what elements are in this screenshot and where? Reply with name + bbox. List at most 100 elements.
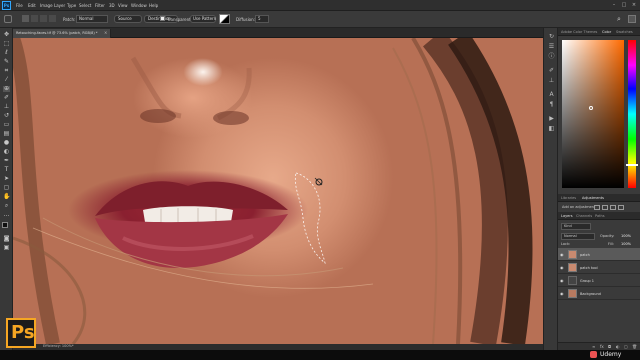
opacity-value[interactable]: 100% [621, 234, 631, 239]
color-field[interactable] [562, 40, 624, 188]
menu-type[interactable]: Type [67, 3, 76, 8]
lasso-tool-icon[interactable]: ℓ [3, 50, 10, 56]
add-style-icon[interactable]: fx [600, 345, 604, 349]
menu-view[interactable]: View [118, 3, 128, 8]
layer-filter-select[interactable]: Kind [561, 223, 591, 230]
levels-adjustment-icon[interactable] [602, 205, 608, 210]
tab-paths[interactable]: Paths [595, 214, 605, 218]
eyedropper-tool-icon[interactable]: ⁄ [3, 77, 10, 83]
add-selection-icon[interactable] [31, 15, 38, 22]
actions-panel-icon[interactable]: ▶ [548, 116, 555, 122]
use-pattern-button[interactable]: Use Pattern [190, 15, 216, 23]
delete-layer-icon[interactable]: 🗑 [632, 345, 637, 349]
hand-tool-icon[interactable]: ✋ [3, 194, 10, 200]
tab-swatches[interactable]: Swatches [616, 30, 633, 34]
info-panel-icon[interactable]: ⓘ [548, 54, 555, 60]
visibility-eye-icon[interactable]: ◉ [560, 252, 565, 257]
crop-tool-icon[interactable]: ⌗ [3, 68, 10, 74]
more-tools-icon[interactable]: … [3, 212, 10, 218]
document-canvas[interactable] [13, 38, 543, 344]
layer-row-group-1[interactable]: ◉ Group 1 [558, 274, 640, 287]
screen-mode-icon[interactable]: ▣ [3, 245, 10, 251]
paragraph-panel-icon[interactable]: ¶ [548, 102, 555, 108]
search-icon[interactable]: ⌕ [617, 15, 625, 23]
video-bottom-bar [0, 350, 640, 360]
path-select-tool-icon[interactable]: ➤ [3, 176, 10, 182]
menu-window[interactable]: Window [131, 3, 147, 8]
color-picker-marker[interactable] [589, 106, 593, 110]
character-panel-icon[interactable]: A [548, 92, 555, 98]
subtract-selection-icon[interactable] [40, 15, 47, 22]
add-mask-icon[interactable]: ◘ [608, 345, 611, 349]
properties-panel-icon[interactable]: ☰ [548, 44, 555, 50]
ps-logo: Ps [6, 318, 36, 348]
patch-tool-icon[interactable] [4, 15, 12, 23]
exposure-adjustment-icon[interactable] [618, 205, 624, 210]
tab-libraries[interactable]: Libraries [561, 196, 576, 200]
blur-tool-icon[interactable]: ● [3, 140, 10, 146]
diffusion-input[interactable]: 5 [255, 15, 269, 23]
tab-channels[interactable]: Channels [576, 214, 592, 218]
patch-mode-select[interactable]: Normal [76, 15, 108, 23]
layer-row-background[interactable]: ◉ Background [558, 287, 640, 300]
maximize-icon[interactable]: □ [621, 2, 627, 8]
source-button[interactable]: Source [114, 15, 142, 23]
document-tab[interactable]: Retouching-faces.tif @ 73.6% (patch, RGB… [13, 29, 111, 38]
visibility-eye-icon[interactable]: ◉ [560, 291, 565, 296]
hue-slider[interactable] [626, 40, 638, 188]
fill-value[interactable]: 100% [621, 242, 631, 247]
move-tool-icon[interactable]: ✥ [3, 32, 10, 38]
tab-adobe-color-themes[interactable]: Adobe Color Themes [561, 30, 597, 34]
workspace-icon[interactable] [628, 15, 636, 23]
curves-adjustment-icon[interactable] [610, 205, 616, 210]
menu-file[interactable]: File [16, 3, 23, 8]
clone-source-panel-icon[interactable]: ⊥ [548, 78, 555, 84]
transparent-checkbox[interactable] [160, 16, 165, 21]
menu-help[interactable]: Help [149, 3, 158, 8]
hue-slider-handle[interactable] [626, 164, 638, 166]
clone-stamp-tool-icon[interactable]: ⊥ [3, 104, 10, 110]
patch-tool-active-icon[interactable]: ⊕ [3, 86, 10, 92]
history-panel-icon[interactable]: ↻ [548, 34, 555, 40]
visibility-eye-icon[interactable]: ◉ [560, 278, 565, 283]
close-tab-icon[interactable]: × [104, 31, 107, 35]
menu-image[interactable]: Image [40, 3, 53, 8]
new-adjustment-icon[interactable]: ◐ [616, 345, 620, 349]
eraser-tool-icon[interactable]: ▭ [3, 122, 10, 128]
layer-row-patch-tool[interactable]: ◉ patch tool [558, 261, 640, 274]
intersect-selection-icon[interactable] [49, 15, 56, 22]
menu-3d[interactable]: 3D [109, 3, 115, 8]
pattern-picker-icon[interactable] [219, 14, 230, 24]
layer-comps-panel-icon[interactable]: ◧ [548, 126, 555, 132]
quick-select-tool-icon[interactable]: ✎ [3, 59, 10, 65]
dodge-tool-icon[interactable]: ◐ [3, 149, 10, 155]
link-layers-icon[interactable]: ∞ [592, 345, 595, 349]
type-tool-icon[interactable]: T [3, 167, 10, 173]
shape-tool-icon[interactable]: ▢ [3, 185, 10, 191]
marquee-tool-icon[interactable]: ⬚ [3, 41, 10, 47]
brush-panel-icon[interactable]: ✐ [548, 68, 555, 74]
tab-layers[interactable]: Layers [561, 214, 573, 218]
menu-filter[interactable]: Filter [95, 3, 105, 8]
pen-tool-icon[interactable]: ✒ [3, 158, 10, 164]
minimize-icon[interactable]: – [611, 2, 617, 8]
brightness-adjustment-icon[interactable] [594, 205, 600, 210]
menu-edit[interactable]: Edit [28, 3, 36, 8]
quick-mask-icon[interactable]: ◙ [3, 236, 10, 242]
close-icon[interactable]: × [631, 2, 637, 8]
blend-mode-select[interactable]: Normal [561, 233, 595, 240]
zoom-tool-icon[interactable]: ⌕ [3, 203, 10, 209]
tab-color[interactable]: Color [602, 30, 611, 34]
visibility-eye-icon[interactable]: ◉ [560, 265, 565, 270]
new-layer-icon[interactable]: ▢ [624, 345, 628, 349]
foreground-color-swatch[interactable] [2, 222, 8, 228]
history-brush-tool-icon[interactable]: ↺ [3, 113, 10, 119]
layer-thumbnail [568, 250, 577, 259]
layer-row-patch[interactable]: ◉ patch [558, 248, 640, 261]
gradient-tool-icon[interactable]: ▤ [3, 131, 10, 137]
menu-select[interactable]: Select [79, 3, 91, 8]
brush-tool-icon[interactable]: ✐ [3, 95, 10, 101]
tab-adjustments[interactable]: Adjustments [582, 196, 604, 200]
menu-layer[interactable]: Layer [54, 3, 65, 8]
new-selection-icon[interactable] [22, 15, 29, 22]
